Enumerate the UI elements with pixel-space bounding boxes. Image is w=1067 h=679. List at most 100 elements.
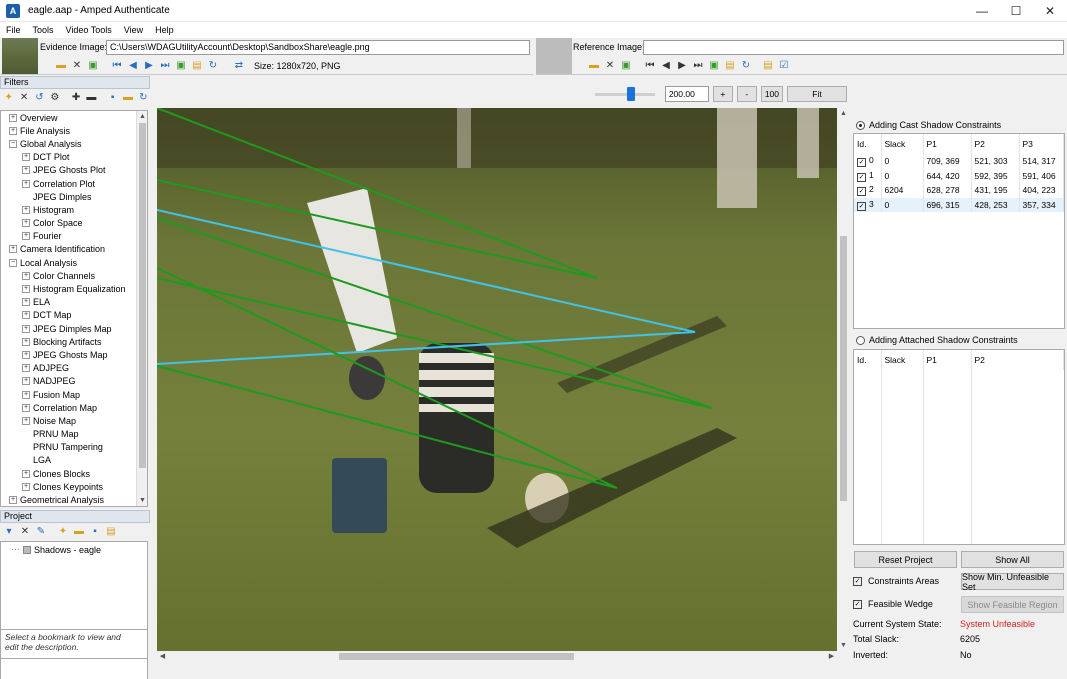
ref-link-icon[interactable]: ▤ bbox=[761, 59, 775, 72]
expand-icon[interactable]: + bbox=[22, 285, 30, 294]
expand-icon[interactable]: + bbox=[9, 496, 17, 505]
expand-icon[interactable]: + bbox=[22, 482, 30, 491]
ref-bookmark-icon[interactable]: ▤ bbox=[723, 59, 737, 72]
close-image-icon[interactable]: ✕ bbox=[70, 59, 84, 72]
filter-tree-item[interactable]: JPEG Dimples bbox=[1, 190, 147, 203]
reference-path-input[interactable] bbox=[643, 40, 1064, 55]
expand-icon[interactable]: + bbox=[22, 324, 30, 333]
sync-icon[interactable]: ⇄ bbox=[232, 59, 246, 72]
image-hscroll-thumb[interactable] bbox=[339, 653, 574, 660]
constraint-enabled-checkbox[interactable]: ✓ bbox=[857, 187, 866, 197]
image-vertical-scrollbar[interactable]: ▲ ▼ bbox=[838, 108, 849, 651]
filter-tree-item[interactable]: PRNU Tampering bbox=[1, 441, 147, 454]
filter-tree-item[interactable]: + Fusion Map bbox=[1, 388, 147, 401]
scroll-down-icon[interactable]: ▼ bbox=[137, 495, 147, 506]
image-vscroll-thumb[interactable] bbox=[840, 236, 847, 501]
project-item[interactable]: ⋯ Shadows - eagle bbox=[1, 542, 147, 555]
constraint-enabled-checkbox[interactable]: ✓ bbox=[857, 158, 866, 168]
col-id[interactable]: Id. bbox=[854, 134, 882, 154]
image-scroll-down-icon[interactable]: ▼ bbox=[838, 640, 849, 651]
filters-scroll-thumb[interactable] bbox=[139, 123, 146, 468]
project-filter-icon[interactable]: ▾ bbox=[2, 525, 16, 538]
expand-icon[interactable]: + bbox=[22, 364, 30, 373]
project-remove-icon[interactable]: ✕ bbox=[18, 525, 32, 538]
project-edit-icon[interactable]: ✎ bbox=[34, 525, 48, 538]
image-scroll-left-icon[interactable]: ◀ bbox=[157, 651, 168, 662]
att-col-id[interactable]: Id. bbox=[854, 350, 882, 370]
minimize-button[interactable]: — bbox=[965, 0, 999, 22]
expand-icon[interactable]: + bbox=[22, 219, 30, 228]
filter-tree-item[interactable]: LGA bbox=[1, 454, 147, 467]
expand-icon[interactable]: + bbox=[22, 377, 30, 386]
col-p3[interactable]: P3 bbox=[1019, 134, 1064, 154]
filter-tree-item[interactable]: + Correlation Plot bbox=[1, 177, 147, 190]
refresh-icon[interactable]: ↻ bbox=[206, 59, 220, 72]
refresh-filters-icon[interactable]: ↻ bbox=[137, 91, 150, 104]
scroll-up-icon[interactable]: ▲ bbox=[137, 111, 147, 122]
filter-tree-item[interactable]: + Histogram Equalization bbox=[1, 282, 147, 295]
ref-close-image-icon[interactable]: ✕ bbox=[603, 59, 617, 72]
save-icon[interactable]: ▪ bbox=[106, 91, 119, 104]
zoom-in-button[interactable]: + bbox=[712, 86, 733, 102]
table-row[interactable]: ✓ 1 0 644, 420 592, 395 591, 406 bbox=[854, 168, 1064, 183]
zoom-level-select[interactable]: 200.00 bbox=[664, 86, 709, 102]
last-frame-icon[interactable]: ⏭ bbox=[158, 59, 172, 72]
filter-tree-item[interactable]: + Blocking Artifacts bbox=[1, 335, 147, 348]
bookmark-description[interactable]: Select a bookmark to view and edit the d… bbox=[0, 629, 148, 659]
expand-icon[interactable]: + bbox=[22, 403, 30, 412]
zoom-100-button[interactable]: 100 bbox=[760, 86, 783, 102]
filter-tree-item[interactable]: + DCT Map bbox=[1, 309, 147, 322]
menu-view[interactable]: View bbox=[118, 25, 149, 35]
filter-tree-item[interactable]: + JPEG Ghosts Plot bbox=[1, 164, 147, 177]
reset-project-button[interactable]: Reset Project bbox=[854, 551, 957, 568]
filter-tree-item[interactable]: + Camera Identification bbox=[1, 243, 147, 256]
ref-open-folder-icon[interactable]: ▬ bbox=[587, 59, 601, 72]
zoom-out-button[interactable]: - bbox=[736, 86, 757, 102]
prev-frame-icon[interactable]: ◀ bbox=[126, 59, 140, 72]
expand-icon[interactable]: + bbox=[22, 153, 30, 162]
menu-video-tools[interactable]: Video Tools bbox=[60, 25, 118, 35]
expand-icon[interactable]: + bbox=[9, 245, 17, 254]
evidence-image-canvas[interactable] bbox=[157, 108, 837, 651]
collapse-icon[interactable]: − bbox=[9, 258, 17, 267]
filter-tree-item[interactable]: + Histogram bbox=[1, 203, 147, 216]
filter-tree-item[interactable]: + NADJPEG bbox=[1, 375, 147, 388]
expand-icon[interactable]: + bbox=[22, 390, 30, 399]
ref-next-frame-icon[interactable]: ▶ bbox=[675, 59, 689, 72]
expand-icon[interactable]: + bbox=[22, 469, 30, 478]
bookmark-icon[interactable]: ▤ bbox=[190, 59, 204, 72]
filter-tree-item[interactable]: + ADJPEG bbox=[1, 362, 147, 375]
table-row[interactable]: ✓ 3 0 696, 315 428, 253 357, 334 bbox=[854, 197, 1064, 212]
filters-scrollbar[interactable]: ▲ ▼ bbox=[136, 111, 147, 506]
expand-icon[interactable]: + bbox=[22, 337, 30, 346]
ref-checkbox-icon[interactable]: ☑ bbox=[777, 59, 791, 72]
new-filter-icon[interactable]: ✦ bbox=[2, 91, 15, 104]
project-open-icon[interactable]: ▬ bbox=[72, 525, 86, 538]
collapse-icon[interactable]: − bbox=[9, 139, 17, 148]
show-feasible-region-button[interactable]: Show Feasible Region bbox=[961, 596, 1064, 613]
feasible-wedge-option[interactable]: ✓ Feasible Wedge bbox=[853, 599, 933, 609]
snapshot-icon[interactable]: ▣ bbox=[174, 59, 188, 72]
show-min-unfeasible-button[interactable]: Show Min. Unfeasible Set bbox=[961, 572, 1064, 592]
table-row[interactable]: ✓ 2 6204 628, 278 431, 195 404, 223 bbox=[854, 183, 1064, 198]
ref-export-icon[interactable]: ▣ bbox=[619, 59, 633, 72]
att-col-slack[interactable]: Slack bbox=[881, 350, 924, 370]
zoom-slider-knob[interactable] bbox=[626, 86, 635, 101]
image-scroll-up-icon[interactable]: ▲ bbox=[838, 108, 849, 119]
constraint-enabled-checkbox[interactable]: ✓ bbox=[857, 201, 866, 211]
expand-icon[interactable]: + bbox=[22, 179, 30, 188]
expand-icon[interactable]: + bbox=[22, 166, 30, 175]
constraints-areas-option[interactable]: ✓ Constraints Areas bbox=[853, 576, 939, 586]
remove-filter-icon[interactable]: ✕ bbox=[17, 91, 30, 104]
expand-icon[interactable]: + bbox=[22, 416, 30, 425]
filter-tree-item[interactable]: − Global Analysis bbox=[1, 137, 147, 150]
filter-tree-item[interactable]: + Clones Keypoints bbox=[1, 480, 147, 493]
menu-help[interactable]: Help bbox=[149, 25, 180, 35]
feasible-wedge-checkbox[interactable]: ✓ bbox=[853, 599, 862, 609]
filter-tree-item[interactable]: + Color Channels bbox=[1, 269, 147, 282]
att-col-p2[interactable]: P2 bbox=[971, 350, 1064, 370]
table-row[interactable]: ✓ 0 0 709, 369 521, 303 514, 317 bbox=[854, 154, 1064, 169]
load-icon[interactable]: ▬ bbox=[121, 91, 134, 104]
expand-all-icon[interactable]: ✚ bbox=[69, 91, 82, 104]
expand-icon[interactable]: + bbox=[9, 126, 17, 135]
